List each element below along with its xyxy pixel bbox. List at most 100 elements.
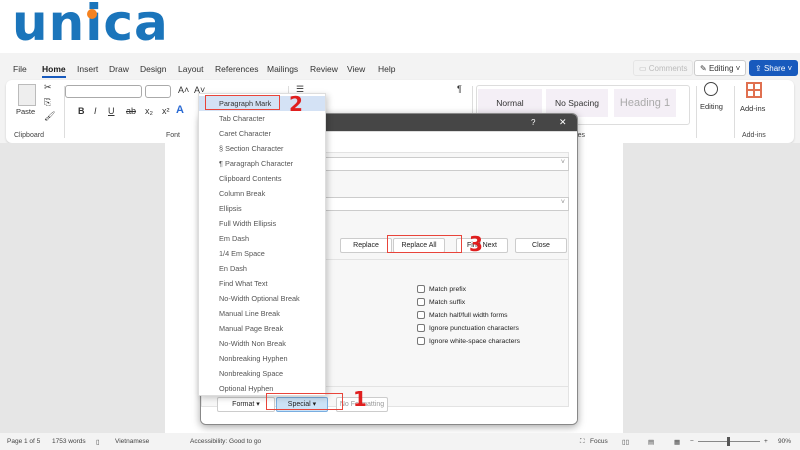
menu-item[interactable]: § Section Character: [199, 141, 325, 156]
menu-item[interactable]: Tab Character: [199, 111, 325, 126]
annotation-number-1: 1: [353, 387, 367, 411]
annotation-box-3: [387, 235, 462, 253]
italic-button[interactable]: I: [94, 106, 97, 116]
zoom-level[interactable]: 90%: [778, 438, 791, 445]
language[interactable]: Vietnamese: [115, 438, 149, 445]
menu-item[interactable]: Manual Line Break: [199, 306, 325, 321]
word-count[interactable]: 1753 words: [52, 438, 86, 445]
tab-layout[interactable]: Layout: [178, 64, 204, 74]
chevron-down-icon[interactable]: ˅: [561, 159, 565, 166]
close-button[interactable]: Close: [515, 238, 567, 253]
menu-item[interactable]: Full Width Ellipsis: [199, 216, 325, 231]
close-icon[interactable]: ✕: [559, 117, 567, 128]
accessibility-status[interactable]: Accessibility: Good to go: [190, 438, 261, 445]
ignore-whitespace-checkbox[interactable]: Ignore white-space characters: [417, 337, 520, 345]
tab-review[interactable]: Review: [310, 64, 338, 74]
option-label: Match prefix: [429, 285, 467, 293]
pencil-icon: ✎: [700, 64, 709, 73]
zoom-out-button[interactable]: −: [690, 438, 694, 445]
paste-icon: [18, 84, 36, 106]
paste-button[interactable]: Paste: [16, 107, 35, 116]
tab-help[interactable]: Help: [378, 64, 395, 74]
option-label: Match suffix: [429, 298, 466, 306]
editing-button[interactable]: Editing: [700, 102, 723, 111]
status-bar: Page 1 of 5 1753 words ▯ Vietnamese Acce…: [0, 433, 800, 450]
menu-item[interactable]: 1/4 Em Space: [199, 246, 325, 261]
tab-view[interactable]: View: [347, 64, 365, 74]
share-icon: ⇪: [755, 64, 764, 73]
menu-item[interactable]: ¶ Paragraph Character: [199, 156, 325, 171]
proofing-icon[interactable]: ▯: [96, 438, 100, 446]
copy-icon[interactable]: ⎘: [44, 97, 51, 108]
menu-item[interactable]: Find What Text: [199, 276, 325, 291]
tab-home[interactable]: Home: [42, 64, 66, 78]
option-label: Ignore white-space characters: [429, 337, 521, 345]
style-heading-1[interactable]: Heading 1: [614, 89, 676, 117]
match-width-checkbox[interactable]: Match half/full width forms: [417, 311, 508, 319]
pilcrow-icon[interactable]: ¶: [457, 84, 462, 94]
cut-icon[interactable]: ✂: [44, 82, 52, 93]
text-effects-icon[interactable]: A: [176, 104, 184, 116]
menu-item[interactable]: No-Width Non Break: [199, 336, 325, 351]
help-button[interactable]: ?: [531, 118, 535, 127]
tab-references[interactable]: References: [215, 64, 258, 74]
replace-with-input[interactable]: ˅: [321, 197, 569, 211]
comment-icon: ▭: [639, 64, 649, 73]
editing-mode-button[interactable]: ✎ Editing ˅: [694, 60, 747, 76]
menu-item[interactable]: Clipboard Contents: [199, 171, 325, 186]
menu-item[interactable]: Manual Page Break: [199, 321, 325, 336]
ignore-punctuation-checkbox[interactable]: Ignore punctuation characters: [417, 324, 519, 332]
option-label: Match half/full width forms: [429, 311, 508, 319]
zoom-in-button[interactable]: +: [764, 438, 768, 445]
special-menu: Paragraph Mark Tab Character Caret Chara…: [198, 93, 326, 396]
menu-item[interactable]: Nonbreaking Space: [199, 366, 325, 381]
menu-item[interactable]: No-Width Optional Break: [199, 291, 325, 306]
divider: [696, 86, 697, 138]
underline-button[interactable]: U: [108, 106, 115, 116]
print-layout-icon[interactable]: ▤: [648, 438, 654, 446]
read-mode-icon[interactable]: ▯▯: [622, 438, 629, 446]
search-icon: [704, 82, 718, 96]
format-painter-icon[interactable]: 🖌: [44, 111, 55, 122]
share-button[interactable]: ⇪ Share ˅: [749, 60, 799, 76]
web-layout-icon[interactable]: ▦: [674, 438, 680, 446]
tab-design[interactable]: Design: [140, 64, 166, 74]
tab-insert[interactable]: Insert: [77, 64, 98, 74]
annotation-box-2: [205, 95, 280, 110]
font-name-combo[interactable]: [65, 85, 142, 98]
tab-file[interactable]: File: [13, 64, 27, 74]
divider: [734, 86, 735, 138]
menu-item[interactable]: Caret Character: [199, 126, 325, 141]
tab-mailings[interactable]: Mailings: [267, 64, 298, 74]
subscript-button[interactable]: x₂: [145, 106, 153, 116]
unica-logo: unica: [0, 0, 800, 53]
comments-label: Comments: [648, 64, 688, 73]
comments-button[interactable]: ▭ Comments: [633, 60, 694, 76]
menu-item[interactable]: Column Break: [199, 186, 325, 201]
font-group-label: Font: [166, 132, 181, 139]
menu-item[interactable]: Ellipsis: [199, 201, 325, 216]
bold-button[interactable]: B: [78, 106, 85, 116]
font-size-combo[interactable]: [145, 85, 171, 98]
match-suffix-checkbox[interactable]: Match suffix: [417, 298, 465, 306]
zoom-slider-thumb[interactable]: [727, 437, 730, 446]
match-prefix-checkbox[interactable]: Match prefix: [417, 285, 466, 293]
superscript-button[interactable]: x²: [162, 106, 170, 116]
find-what-input[interactable]: ˅: [321, 157, 569, 171]
menu-item[interactable]: Em Dash: [199, 231, 325, 246]
tab-draw[interactable]: Draw: [109, 64, 129, 74]
focus-button[interactable]: Focus: [590, 438, 608, 445]
menu-item[interactable]: Nonbreaking Hyphen: [199, 351, 325, 366]
strikethrough-button[interactable]: ab: [126, 106, 136, 116]
grow-font-icon[interactable]: A˄: [178, 85, 189, 95]
focus-icon[interactable]: ⛶: [580, 438, 585, 446]
add-ins-button[interactable]: Add-ins: [740, 104, 765, 113]
add-ins-group-label: Add-ins: [742, 132, 766, 139]
annotation-number-3: 3: [469, 232, 483, 256]
chevron-down-icon[interactable]: ˅: [561, 199, 565, 206]
annotation-box-1: [266, 393, 343, 410]
menu-item[interactable]: En Dash: [199, 261, 325, 276]
replace-button[interactable]: Replace: [340, 238, 392, 253]
add-ins-icon: [746, 82, 762, 98]
page-count[interactable]: Page 1 of 5: [7, 438, 40, 445]
